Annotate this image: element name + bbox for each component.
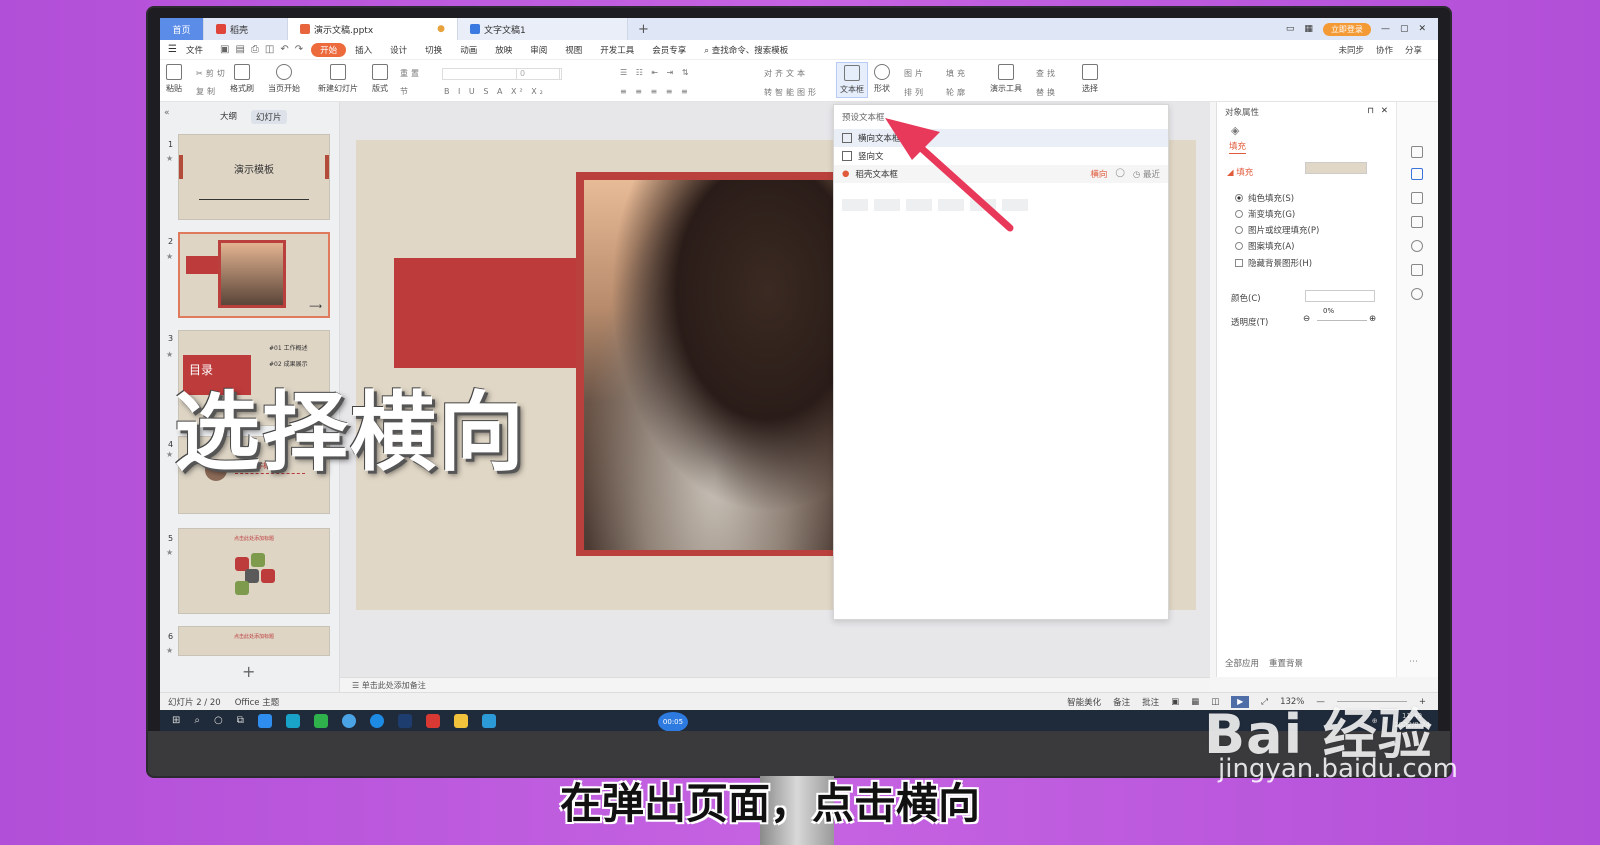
baidu-watermark: Bai 经验 jingyan.baidu.com xyxy=(1204,690,1458,784)
subtitle-caption: 在弹出页面，点击横向 xyxy=(560,779,981,828)
step-caption: 选择横向 xyxy=(174,383,526,483)
baidu-url: jingyan.baidu.com xyxy=(1218,754,1458,784)
arrow-shaft xyxy=(906,134,1014,232)
